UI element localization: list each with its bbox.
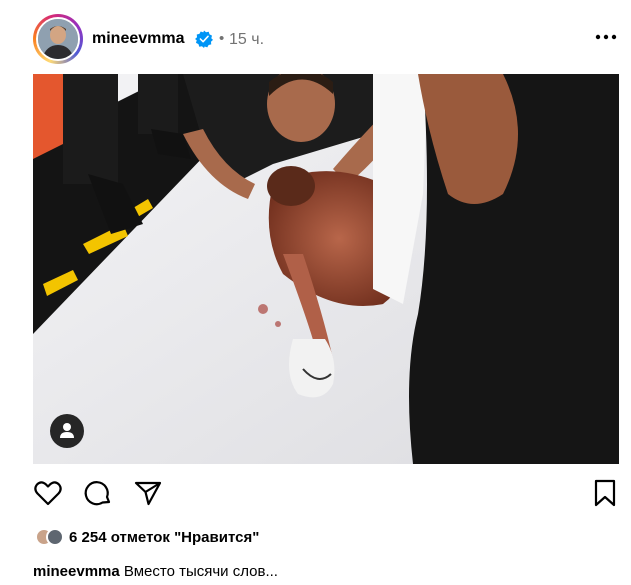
fight-photo-image xyxy=(33,74,619,464)
post-caption: mineevmma Вместо тысячи слов... xyxy=(33,563,278,580)
caption-username[interactable]: mineevmma xyxy=(33,563,120,580)
user-tag-icon xyxy=(60,423,74,438)
user-tag-button[interactable] xyxy=(50,414,84,448)
post-time[interactable]: 15 ч. xyxy=(229,31,264,49)
comment-icon[interactable] xyxy=(83,478,113,508)
send-icon[interactable] xyxy=(133,478,163,508)
liker-avatar xyxy=(46,528,64,546)
verified-badge-icon xyxy=(195,30,213,48)
likes-row: 6 254 отметок "Нравится" xyxy=(33,527,621,547)
post-photo[interactable] xyxy=(33,74,619,464)
liker-avatars[interactable] xyxy=(35,527,69,547)
post-actions xyxy=(33,478,621,512)
more-options-icon[interactable] xyxy=(595,24,617,50)
bookmark-icon[interactable] xyxy=(590,478,620,508)
caption-text: Вместо тысячи слов... xyxy=(123,563,278,580)
likes-count[interactable]: 6 254 отметок "Нравится" xyxy=(69,529,259,546)
avatar[interactable] xyxy=(36,17,80,61)
story-ring[interactable] xyxy=(33,14,83,64)
post-username[interactable]: mineevmma xyxy=(92,30,185,48)
separator-dot: • xyxy=(219,30,225,47)
post-header: mineevmma • 15 ч. xyxy=(33,14,621,64)
heart-icon[interactable] xyxy=(33,478,63,508)
